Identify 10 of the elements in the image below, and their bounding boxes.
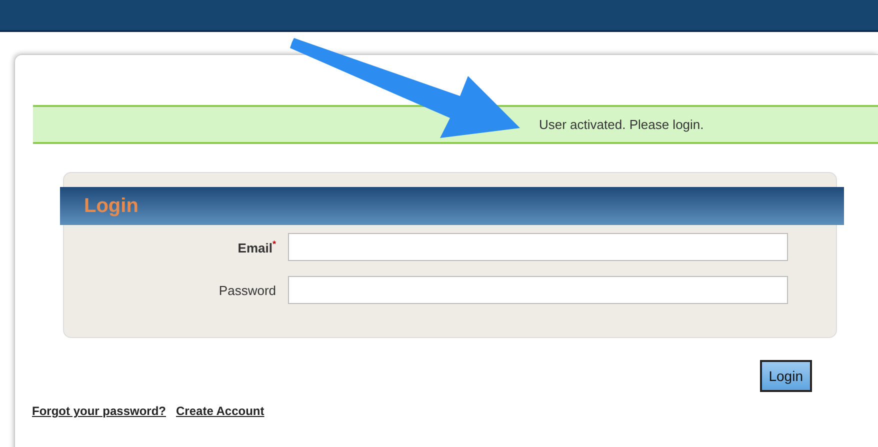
field-label: Password bbox=[218, 282, 276, 298]
arrow-icon bbox=[290, 38, 520, 138]
field-label: Email$^{*}$ bbox=[236, 238, 276, 256]
link[interactable]: Create Account bbox=[176, 404, 264, 418]
link[interactable]: Forgot your password? bbox=[32, 404, 166, 418]
input-field[interactable] bbox=[288, 233, 788, 261]
login-title: Login bbox=[84, 194, 138, 218]
success-message: User activated. Please login. bbox=[539, 117, 704, 132]
input-field[interactable] bbox=[288, 276, 788, 304]
login-button[interactable]: Login bbox=[760, 360, 812, 392]
